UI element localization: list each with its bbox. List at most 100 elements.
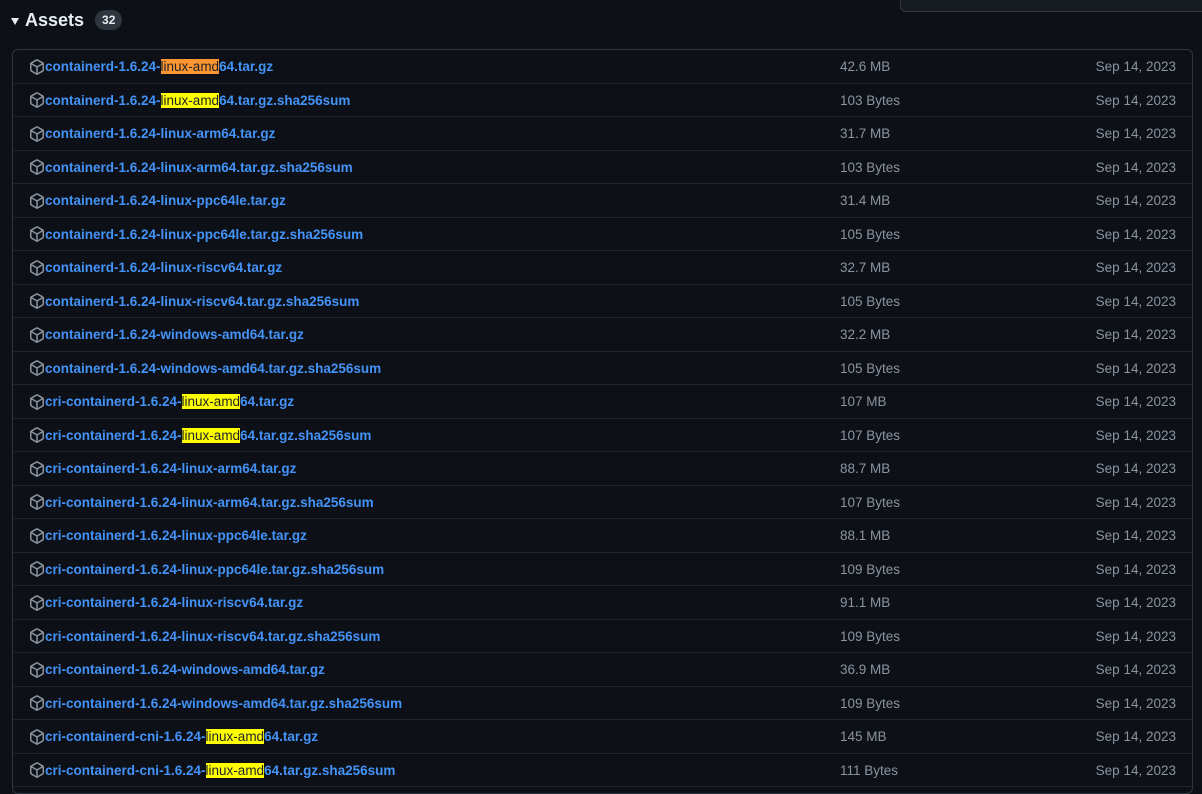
assets-header[interactable]: Assets 32 [11,6,123,34]
assets-title[interactable]: Assets [25,10,84,31]
asset-link[interactable]: containerd-1.6.24-linux-riscv64.tar.gz.s… [29,285,359,318]
asset-row: cri-containerd-1.6.24- linux-amd 64.tar.gz… [13,419,1192,452]
asset-date: Sep 14, 2023 [1095,628,1176,644]
asset-link[interactable]: containerd-1.6.24-linux-ppc64le.tar.gz.s… [29,218,363,251]
asset-row: cri-containerd-1.6.24-linux-arm64.tar.gz… [13,452,1192,486]
asset-link[interactable]: cri-containerd-1.6.24-linux-ppc64le.tar.… [29,519,307,552]
asset-link[interactable]: cri-containerd-1.6.24-linux-arm64.tar.gz… [29,486,374,519]
asset-size: 103 Bytes [840,92,901,108]
asset-link[interactable]: containerd-1.6.24-linux-ppc64le.tar.gz [29,184,286,217]
asset-link[interactable]: cri-containerd-1.6.24-linux-arm64.tar.gz [29,452,296,485]
asset-row: containerd-1.6.24-windows-amd64.tar.gz 32… [13,318,1192,352]
asset-link[interactable]: cri-containerd-1.6.24-windows-amd64.tar.… [29,687,402,720]
asset-row: cri-containerd-cni-1.6.24- linux-amd 64.ta… [13,720,1192,754]
asset-row: cri-containerd-1.6.24- linux-amd 64.tar.gz… [13,385,1192,419]
asset-name-text: containerd-1.6.24-linux-arm64.tar.gz.sha… [45,159,353,175]
asset-size: 145 MB [840,729,887,744]
package-icon [29,661,45,678]
package-icon [29,460,45,477]
asset-link[interactable]: containerd-1.6.24- linux-amd 64.tar.gz [29,50,273,83]
caret-down-icon[interactable] [11,17,19,25]
asset-date: Sep 14, 2023 [1095,695,1176,711]
asset-size: 31.7 MB [840,126,891,141]
asset-name-text: 64.tar.gz [240,394,295,409]
asset-row: containerd-1.6.24- linux-amd 64.tar.gz 42.6… [13,50,1192,84]
asset-size: 42.6 MB [840,59,891,74]
asset-size: 88.1 MB [840,528,891,543]
asset-link[interactable]: cri-containerd-cni-1.6.24- linux-amd 64.ta… [29,720,318,753]
asset-link[interactable]: containerd-1.6.24-linux-arm64.tar.gz.sha… [29,151,353,184]
asset-link[interactable]: cri-containerd-cni-1.6.24-linux-arm64.ta… [29,787,320,793]
asset-row: containerd-1.6.24-windows-amd64.tar.gz.s… [13,352,1192,385]
asset-date: Sep 14, 2023 [1095,260,1176,275]
asset-row: cri-containerd-1.6.24-linux-ppc64le.tar.… [13,553,1192,586]
asset-date: Sep 14, 2023 [1095,528,1176,543]
asset-row: cri-containerd-1.6.24-windows-amd64.tar.… [13,687,1192,720]
asset-row: cri-containerd-1.6.24-windows-amd64.tar.… [13,653,1192,687]
asset-link[interactable]: cri-containerd-1.6.24-linux-ppc64le.tar.… [29,553,384,586]
asset-size: 36.9 MB [840,662,891,677]
package-icon [29,427,45,443]
asset-link[interactable]: containerd-1.6.24-linux-arm64.tar.gz [29,117,275,150]
asset-link[interactable]: cri-containerd-1.6.24- linux-amd 64.tar.gz [29,385,294,418]
asset-link[interactable]: cri-containerd-1.6.24-windows-amd64.tar.… [29,653,325,686]
asset-name-text: containerd-1.6.24- [45,59,161,74]
asset-link[interactable]: containerd-1.6.24- linux-amd 64.tar.gz.sha… [29,84,350,117]
asset-link[interactable]: containerd-1.6.24-windows-amd64.tar.gz.s… [29,352,381,385]
asset-link[interactable]: cri-containerd-1.6.24-linux-riscv64.tar.… [29,586,303,619]
asset-link[interactable]: containerd-1.6.24-windows-amd64.tar.gz [29,318,304,351]
package-icon [29,259,45,276]
asset-link[interactable]: cri-containerd-1.6.24- linux-amd 64.tar.gz… [29,419,371,452]
asset-date: Sep 14, 2023 [1095,327,1176,342]
asset-row: cri-containerd-1.6.24-linux-arm64.tar.gz… [13,486,1192,519]
asset-size: 109 Bytes [840,628,901,644]
asset-size: 91.1 MB [840,595,891,610]
package-icon [29,494,45,510]
asset-date: Sep 14, 2023 [1095,461,1176,476]
asset-size: 32.7 MB [840,260,891,275]
search-highlight: linux-amd [160,59,220,74]
package-icon [29,226,45,242]
asset-name-text: containerd-1.6.24-windows-amd64.tar.gz.s… [45,360,382,376]
asset-name-text: cri-containerd-1.6.24-windows-amd64.tar.… [45,695,403,711]
asset-size: 111 Bytes [840,762,899,778]
asset-name-text: 64.tar.gz [264,729,319,744]
asset-row: containerd-1.6.24-linux-arm64.tar.gz.sha… [13,151,1192,184]
package-icon [29,293,45,309]
assets-list: containerd-1.6.24- linux-amd 64.tar.gz 42.6… [12,49,1193,794]
asset-date: Sep 14, 2023 [1095,92,1176,108]
package-icon [29,628,45,644]
asset-size: 109 Bytes [840,561,901,577]
asset-row: containerd-1.6.24- linux-amd 64.tar.gz.sha… [13,84,1192,117]
asset-link[interactable]: containerd-1.6.24-linux-riscv64.tar.gz [29,251,282,284]
asset-size: 109 Bytes [840,695,901,711]
asset-size: 105 Bytes [840,226,901,242]
asset-name-text: cri-containerd-1.6.24-windows-amd64.tar.… [45,662,325,677]
search-highlight: linux-amd [181,394,241,409]
asset-name-text: cri-containerd-1.6.24- [45,427,182,443]
asset-name-text: cri-containerd-1.6.24-linux-riscv64.tar.… [45,595,304,610]
asset-name-text: cri-containerd-1.6.24- [45,394,182,409]
asset-date: Sep 14, 2023 [1095,427,1176,443]
asset-name-text: cri-containerd-1.6.24-linux-ppc64le.tar.… [45,528,307,543]
asset-link[interactable]: cri-containerd-cni-1.6.24- linux-amd 64.ta… [29,754,395,787]
assets-count-badge: 32 [95,10,123,30]
asset-name-text: cri-containerd-1.6.24-linux-riscv64.tar.… [45,628,381,644]
asset-name-text: cri-containerd-cni-1.6.24- [45,762,206,778]
asset-row: containerd-1.6.24-linux-arm64.tar.gz 31.7… [13,117,1192,151]
asset-row: cri-containerd-1.6.24-linux-riscv64.tar.… [13,586,1192,620]
asset-link[interactable]: cri-containerd-1.6.24-linux-riscv64.tar.… [29,620,380,653]
asset-row: cri-containerd-1.6.24-linux-ppc64le.tar.… [13,519,1192,553]
asset-row: containerd-1.6.24-linux-riscv64.tar.gz 32… [13,251,1192,285]
package-icon [29,326,45,343]
asset-name-text: 64.tar.gz.sha256sum [240,427,372,443]
asset-row: cri-containerd-cni-1.6.24-linux-arm64.ta… [13,787,1192,793]
search-highlight: linux-amd [181,427,241,443]
asset-date: Sep 14, 2023 [1095,159,1176,175]
search-highlight: linux-amd [205,729,265,744]
asset-name-text: containerd-1.6.24-linux-riscv64.tar.gz [45,260,283,275]
package-icon [29,527,45,544]
package-icon [29,594,45,611]
asset-name-text: cri-containerd-1.6.24-linux-arm64.tar.gz… [45,494,374,510]
asset-name-text: 64.tar.gz [219,59,274,74]
